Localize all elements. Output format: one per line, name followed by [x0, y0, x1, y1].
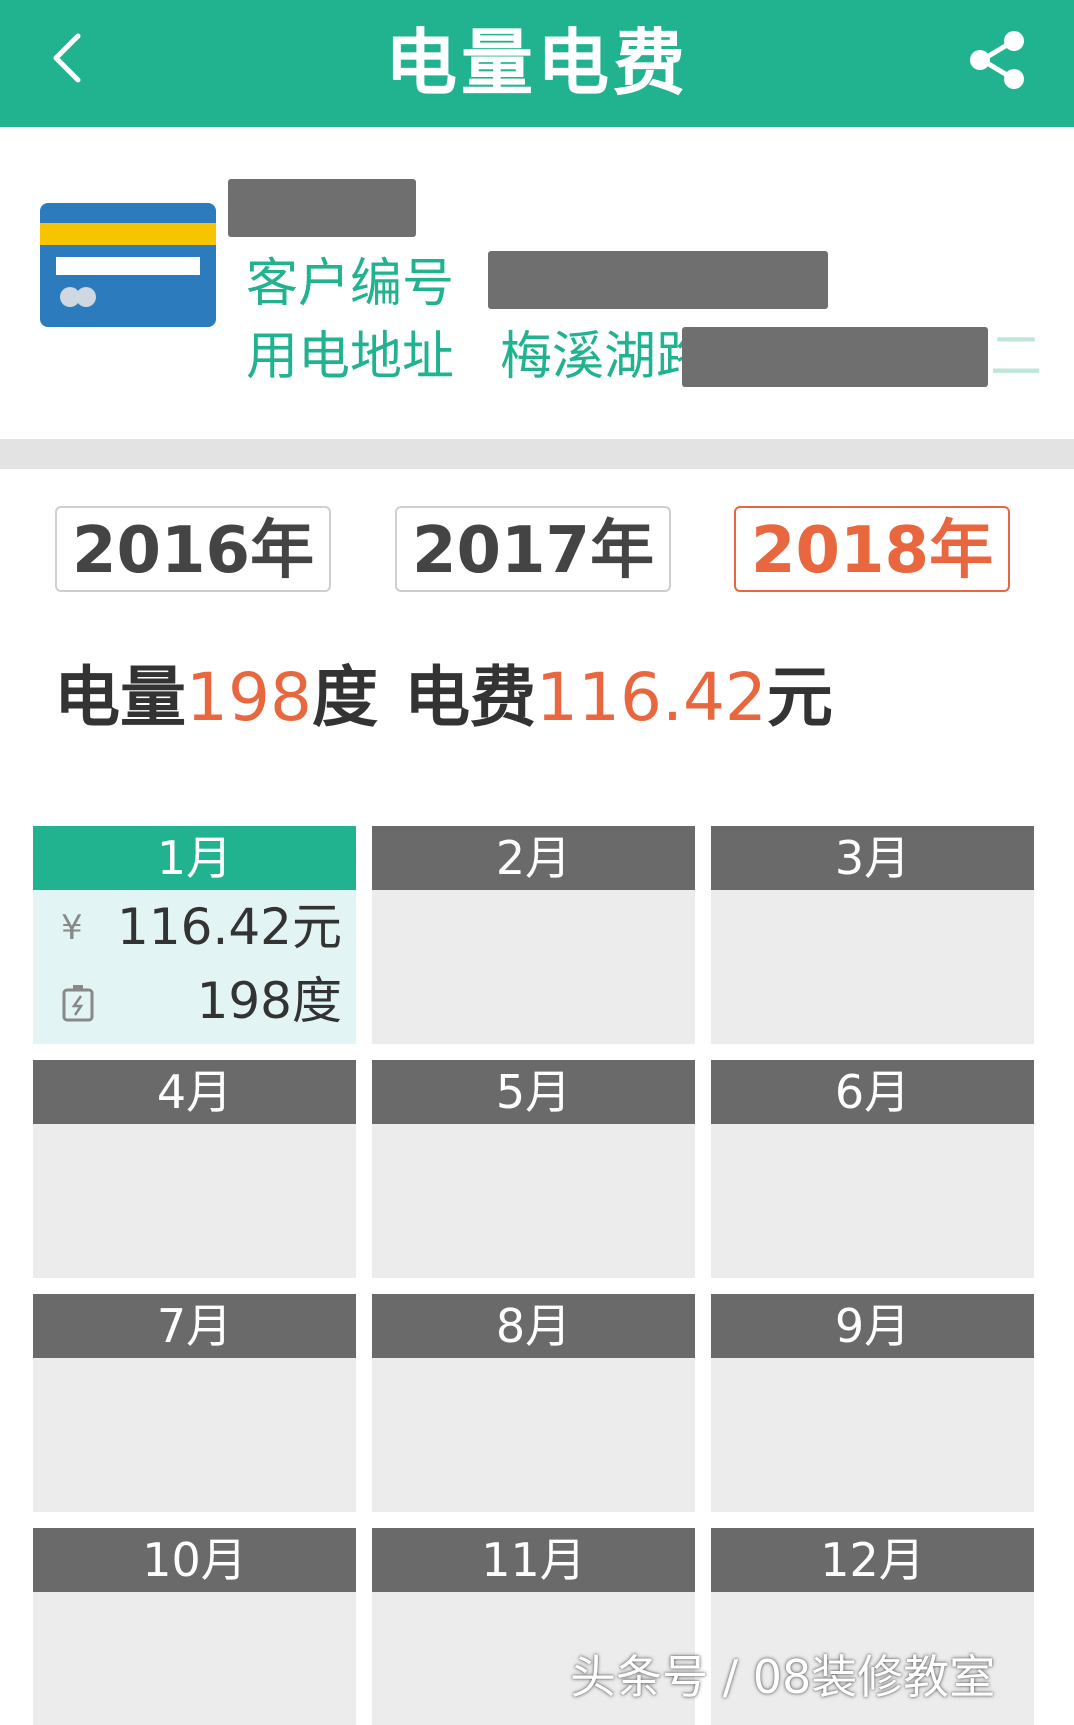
month-label: 7月 — [33, 1294, 356, 1358]
customer-number-label: 客户编号 — [246, 254, 455, 314]
month-label: 1月 — [33, 826, 356, 890]
month-card-6[interactable]: 6月 — [711, 1060, 1034, 1278]
battery-icon — [62, 985, 94, 1022]
share-icon — [970, 31, 1024, 89]
share-button[interactable] — [962, 24, 1034, 96]
month-card-1[interactable]: 1月 ¥ 116.42元 198度 — [33, 826, 356, 1044]
month-card-2[interactable]: 2月 — [372, 826, 695, 1044]
usage-label: 电量 — [54, 659, 186, 736]
section-divider — [0, 439, 1074, 469]
month-label: 4月 — [33, 1060, 356, 1124]
month-card-10[interactable]: 10月 — [33, 1528, 356, 1725]
month-label: 12月 — [711, 1528, 1034, 1592]
usage-value: 198 — [186, 659, 312, 736]
fee-label: 电费 — [403, 659, 536, 736]
month-usage: 198度 — [196, 972, 342, 1030]
usage-unit: 度 — [311, 659, 378, 736]
bank-card-icon — [40, 203, 216, 327]
address-value: 梅溪湖路 — [500, 327, 709, 387]
month-label: 8月 — [372, 1294, 695, 1358]
month-label: 6月 — [711, 1060, 1034, 1124]
watermark: 头条号 / 08装修教室 — [570, 1650, 996, 1704]
month-card-5[interactable]: 5月 — [372, 1060, 695, 1278]
month-label: 2月 — [372, 826, 695, 890]
month-label: 9月 — [711, 1294, 1034, 1358]
month-card-8[interactable]: 8月 — [372, 1294, 695, 1512]
account-name-redacted — [228, 179, 416, 237]
month-card-3[interactable]: 3月 — [711, 826, 1034, 1044]
month-label: 5月 — [372, 1060, 695, 1124]
customer-number-redacted — [488, 251, 828, 309]
month-card-9[interactable]: 9月 — [711, 1294, 1034, 1512]
month-label: 10月 — [33, 1528, 356, 1592]
month-label: 11月 — [372, 1528, 695, 1592]
fee-value: 116.42 — [535, 659, 767, 736]
year-tab-2017[interactable]: 2017年 — [395, 506, 671, 592]
address-tail: 二 — [990, 327, 1043, 387]
month-card-7[interactable]: 7月 — [33, 1294, 356, 1512]
month-fee: 116.42元 — [117, 898, 342, 956]
year-tab-2016[interactable]: 2016年 — [55, 506, 331, 592]
address-redacted — [682, 327, 988, 387]
account-info: 客户编号 用电地址 梅溪湖路 二 — [0, 127, 1074, 439]
top-app-bar: 电量电费 — [0, 0, 1074, 127]
month-label: 3月 — [711, 826, 1034, 890]
fee-unit: 元 — [766, 659, 833, 736]
year-tab-2018[interactable]: 2018年 — [734, 506, 1010, 592]
annual-summary: 电量198度 电费116.42元 — [54, 658, 833, 738]
yuan-icon: ¥ — [61, 908, 83, 948]
month-card-4[interactable]: 4月 — [33, 1060, 356, 1278]
page-title: 电量电费 — [384, 21, 689, 105]
address-label: 用电地址 — [246, 327, 455, 387]
